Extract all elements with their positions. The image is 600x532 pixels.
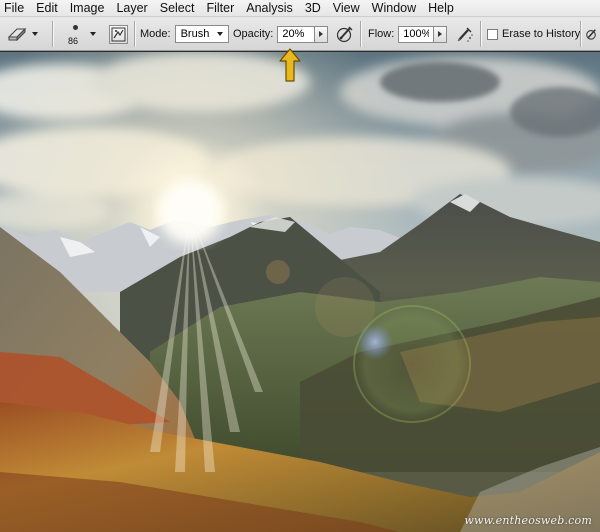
mode-label: Mode: [140, 28, 171, 40]
chevron-down-icon [32, 32, 38, 36]
pressure-opacity-button[interactable] [334, 17, 356, 51]
chevron-down-icon [90, 32, 96, 36]
pressure-size-icon [584, 23, 598, 45]
brush-panel-icon [109, 24, 128, 44]
divider [134, 21, 135, 47]
airbrush-button[interactable] [454, 17, 476, 51]
brush-size-label: 86 [68, 36, 79, 46]
menu-layer[interactable]: Layer [110, 0, 153, 17]
flow-group: Flow: [368, 17, 448, 51]
menu-edit[interactable]: Edit [30, 0, 64, 17]
divider [480, 21, 481, 47]
brush-tip-icon [73, 25, 78, 30]
menu-image[interactable]: Image [64, 0, 111, 17]
landscape-photo [0, 52, 600, 532]
watermark-text: www.entheosweb.com [464, 514, 592, 527]
tool-preset-picker[interactable] [6, 17, 38, 51]
menu-3d[interactable]: 3D [299, 0, 327, 17]
chevron-down-icon [216, 32, 223, 36]
opacity-label: Opacity: [233, 28, 274, 40]
menu-file[interactable]: File [0, 0, 30, 17]
menu-window[interactable]: Window [366, 0, 422, 17]
pressure-opacity-icon [334, 23, 356, 45]
pressure-size-button[interactable] [584, 17, 598, 51]
erase-to-history-option[interactable]: Erase to History [487, 17, 580, 51]
flow-label: Flow: [368, 28, 395, 40]
options-bar: 86 Mode: Brush Opacity: 20% Flow: 100% E… [0, 17, 600, 51]
divider [52, 21, 53, 47]
divider [360, 21, 361, 47]
flow-slider-toggle[interactable] [434, 25, 448, 43]
divider [580, 21, 581, 47]
opacity-slider-toggle[interactable] [315, 25, 329, 43]
opacity-input[interactable] [277, 25, 316, 43]
erase-to-history-checkbox[interactable] [487, 28, 498, 40]
mode-group: Mode: Brush [140, 17, 229, 51]
menu-analysis[interactable]: Analysis [240, 0, 299, 17]
brush-picker[interactable]: 86 [62, 17, 102, 51]
document-canvas[interactable]: www.entheosweb.com [0, 52, 600, 532]
menu-select[interactable]: Select [154, 0, 201, 17]
yellow-arrow-icon [279, 48, 301, 82]
flow-input[interactable] [398, 25, 435, 43]
erase-to-history-label: Erase to History [502, 28, 581, 40]
menu-help[interactable]: Help [422, 0, 460, 17]
opacity-group: Opacity: [233, 17, 329, 51]
menu-view[interactable]: View [327, 0, 366, 17]
eraser-icon [6, 23, 28, 45]
mode-select[interactable]: Brush [174, 25, 229, 43]
mode-value: Brush [180, 28, 210, 40]
airbrush-icon [454, 23, 476, 45]
brush-panel-button[interactable] [109, 17, 128, 51]
menu-filter[interactable]: Filter [200, 0, 240, 17]
menu-bar: File Edit Image Layer Select Filter Anal… [0, 0, 600, 17]
